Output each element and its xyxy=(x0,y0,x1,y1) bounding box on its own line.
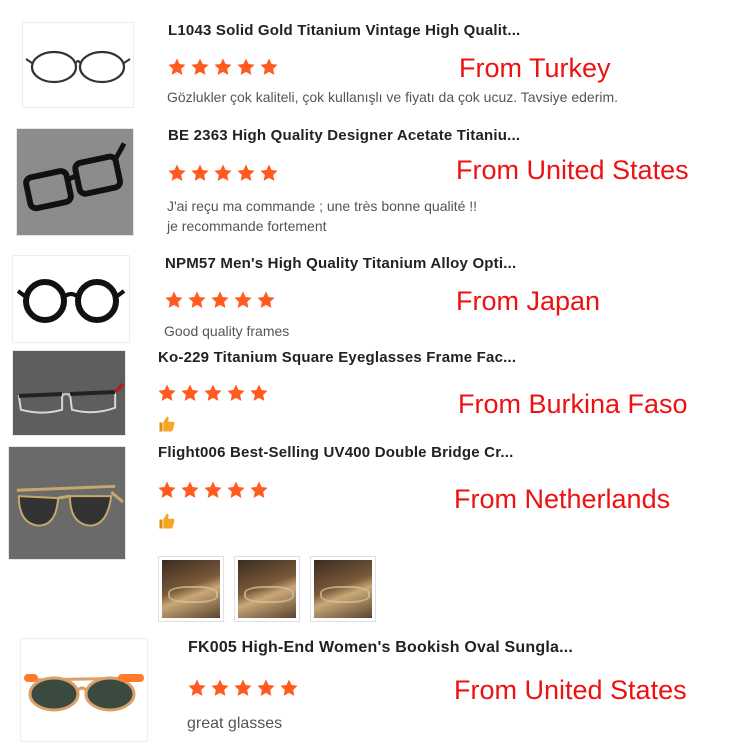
star-rating xyxy=(164,290,276,310)
thumbs-up-icon xyxy=(158,512,176,530)
star-icon xyxy=(226,480,246,500)
review-comment: Gözlukler çok kaliteli, çok kullanışlı v… xyxy=(167,89,619,105)
product-title[interactable]: NPM57 Men's High Quality Titanium Alloy … xyxy=(165,255,516,272)
star-icon xyxy=(249,480,269,500)
star-rating xyxy=(167,57,279,77)
product-title[interactable]: BE 2363 High Quality Designer Acetate Ti… xyxy=(168,127,520,144)
star-icon xyxy=(233,290,253,310)
review-origin: From United States xyxy=(454,675,687,705)
product-thumbnail[interactable] xyxy=(16,128,134,236)
review-comment: Good quality frames xyxy=(164,323,290,339)
review-item: Flight006 Best-Selling UV400 Double Brid… xyxy=(0,440,750,630)
star-icon xyxy=(210,678,230,698)
star-icon xyxy=(187,678,207,698)
black-round-glasses-icon xyxy=(16,279,126,323)
product-thumbnail[interactable] xyxy=(20,638,148,742)
product-title[interactable]: Flight006 Best-Selling UV400 Double Brid… xyxy=(158,444,514,461)
star-icon xyxy=(203,480,223,500)
star-icon xyxy=(157,480,177,500)
star-icon xyxy=(256,678,276,698)
review-origin: From United States xyxy=(456,155,689,185)
round-metal-glasses-icon xyxy=(25,50,131,84)
star-icon xyxy=(256,290,276,310)
review-origin: From Turkey xyxy=(459,53,611,83)
star-icon xyxy=(167,163,187,183)
star-icon xyxy=(226,383,246,403)
review-item: FK005 High-End Women's Bookish Oval Sung… xyxy=(0,630,750,750)
product-thumbnail[interactable] xyxy=(12,255,130,343)
review-comment: great glasses xyxy=(187,715,283,732)
star-icon xyxy=(259,57,279,77)
star-icon xyxy=(236,57,256,77)
review-comment: J'ai reçu ma commande ; une très bonne q… xyxy=(167,198,478,214)
product-thumbnail[interactable] xyxy=(22,22,134,108)
product-thumbnail[interactable] xyxy=(8,446,126,560)
oval-sunglasses-icon xyxy=(24,674,144,712)
product-title[interactable]: Ko-229 Titanium Square Eyeglasses Frame … xyxy=(158,349,516,366)
star-icon xyxy=(187,290,207,310)
product-title[interactable]: L1043 Solid Gold Titanium Vintage High Q… xyxy=(168,22,520,39)
review-comment: je recommande fortement xyxy=(167,218,327,234)
star-icon xyxy=(213,57,233,77)
review-item: Ko-229 Titanium Square Eyeglasses Frame … xyxy=(0,345,750,440)
star-rating xyxy=(157,383,269,403)
review-photo[interactable] xyxy=(158,556,224,622)
review-item: BE 2363 High Quality Designer Acetate Ti… xyxy=(0,120,750,245)
review-origin: From Japan xyxy=(456,286,601,316)
black-acetate-glasses-icon xyxy=(17,129,133,235)
review-photo[interactable] xyxy=(310,556,376,622)
product-title[interactable]: FK005 High-End Women's Bookish Oval Sung… xyxy=(188,639,573,657)
aviator-sunglasses-icon xyxy=(9,447,125,559)
star-icon xyxy=(190,163,210,183)
star-icon xyxy=(259,163,279,183)
star-icon xyxy=(203,383,223,403)
star-rating xyxy=(167,163,279,183)
star-icon xyxy=(190,57,210,77)
review-origin: From Burkina Faso xyxy=(458,389,688,419)
star-rating xyxy=(187,678,299,698)
star-rating xyxy=(157,480,269,500)
star-icon xyxy=(233,678,253,698)
star-icon xyxy=(213,163,233,183)
review-origin: From Netherlands xyxy=(454,484,671,514)
review-item: NPM57 Men's High Quality Titanium Alloy … xyxy=(0,245,750,345)
star-icon xyxy=(164,290,184,310)
star-icon xyxy=(236,163,256,183)
thumbs-up-icon xyxy=(158,415,176,433)
star-icon xyxy=(279,678,299,698)
star-icon xyxy=(210,290,230,310)
star-icon xyxy=(167,57,187,77)
review-item: L1043 Solid Gold Titanium Vintage High Q… xyxy=(0,0,750,120)
star-icon xyxy=(180,383,200,403)
star-icon xyxy=(157,383,177,403)
review-photo[interactable] xyxy=(234,556,300,622)
half-rim-titanium-glasses-icon xyxy=(13,351,125,435)
star-icon xyxy=(180,480,200,500)
product-thumbnail[interactable] xyxy=(12,350,126,436)
star-icon xyxy=(249,383,269,403)
